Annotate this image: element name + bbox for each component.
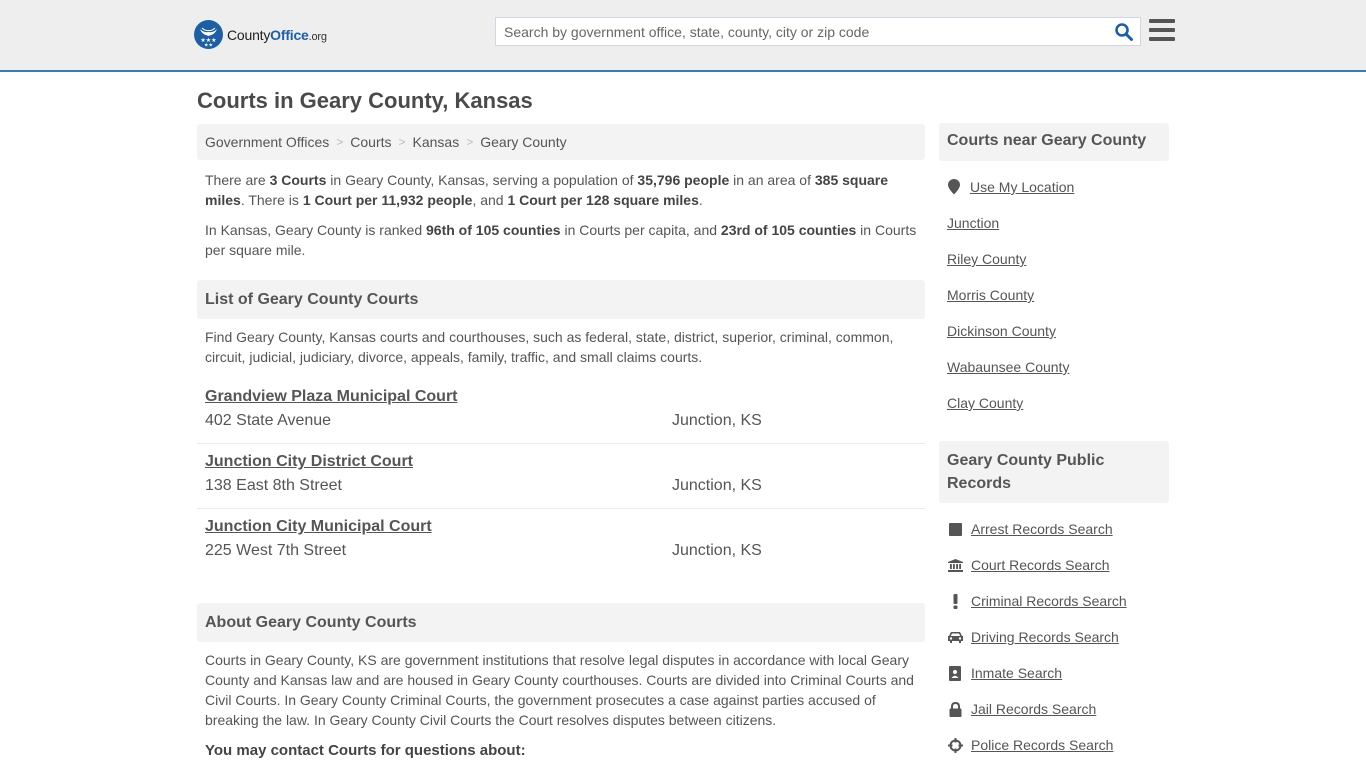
search-box xyxy=(495,17,1141,46)
nearby-item: Morris County xyxy=(947,277,1167,313)
menu-bar xyxy=(1149,37,1175,41)
crosshairs-icon xyxy=(947,737,963,753)
svg-text:★★: ★★ xyxy=(204,43,213,49)
records-item: Jail Records Search xyxy=(947,691,1167,727)
police-records-link[interactable]: Police Records Search xyxy=(971,737,1113,753)
nearby-link-clay-county[interactable]: Clay County xyxy=(947,395,1023,411)
breadcrumb-separator: > xyxy=(398,135,406,149)
inmate-search-link[interactable]: Inmate Search xyxy=(971,665,1062,681)
nearby-link-wabaunsee-county[interactable]: Wabaunsee County xyxy=(947,359,1069,375)
breadcrumb-government-offices[interactable]: Government Offices xyxy=(205,134,329,150)
records-item: Criminal Records Search xyxy=(947,583,1167,619)
list-section-heading: List of Geary County Courts xyxy=(197,280,925,319)
intro-paragraph-rank: In Kansas, Geary County is ranked 96th o… xyxy=(205,222,917,258)
arrest-records-link[interactable]: Arrest Records Search xyxy=(971,521,1113,537)
intro-text: There are 3 Courts in Geary County, Kans… xyxy=(205,170,920,270)
records-item: Arrest Records Search xyxy=(947,511,1167,547)
nearby-courts-list: Use My Location Junction Riley County Mo… xyxy=(947,169,1167,421)
records-item: Inmate Search xyxy=(947,655,1167,691)
list-section-description: Find Geary County, Kansas courts and cou… xyxy=(205,329,894,365)
breadcrumb-separator: > xyxy=(466,135,474,149)
site-logo[interactable]: ★★★ ★★ CountyOffice.org xyxy=(194,20,327,49)
about-section-heading: About Geary County Courts xyxy=(197,603,925,642)
nearby-link-morris-county[interactable]: Morris County xyxy=(947,287,1034,303)
square-icon xyxy=(947,521,963,537)
hamburger-menu-icon[interactable] xyxy=(1149,19,1175,41)
breadcrumb-kansas[interactable]: Kansas xyxy=(413,134,460,150)
court-name-link[interactable]: Grandview Plaza Municipal Court xyxy=(205,388,458,406)
court-list-item: Junction City Municipal Court 225 West 7… xyxy=(197,509,925,574)
nearby-item: Riley County xyxy=(947,241,1167,277)
breadcrumb-geary-county[interactable]: Geary County xyxy=(480,134,566,150)
court-name-link[interactable]: Junction City Municipal Court xyxy=(205,518,432,536)
use-my-location-item: Use My Location xyxy=(947,169,1167,205)
court-list: Grandview Plaza Municipal Court 402 Stat… xyxy=(197,379,925,574)
court-records-link[interactable]: Court Records Search xyxy=(971,557,1110,573)
exclamation-icon xyxy=(947,593,963,609)
lock-icon xyxy=(947,701,963,717)
court-address: 138 East 8th Street xyxy=(205,477,342,494)
court-address: 225 West 7th Street xyxy=(205,542,347,559)
nearby-link-riley-county[interactable]: Riley County xyxy=(947,251,1026,267)
court-list-item: Junction City District Court 138 East 8t… xyxy=(197,444,925,509)
menu-bar xyxy=(1149,28,1175,32)
breadcrumb: Government Offices > Courts > Kansas > G… xyxy=(197,124,925,160)
logo-text: CountyOffice.org xyxy=(227,26,327,43)
criminal-records-link[interactable]: Criminal Records Search xyxy=(971,593,1127,609)
search-icon[interactable] xyxy=(1114,22,1134,42)
nearby-link-junction[interactable]: Junction xyxy=(947,215,999,231)
use-my-location-link[interactable]: Use My Location xyxy=(970,179,1074,195)
nearby-item: Clay County xyxy=(947,385,1167,421)
contact-heading: You may contact Courts for questions abo… xyxy=(205,742,526,759)
breadcrumb-separator: > xyxy=(336,135,344,149)
public-records-list: Arrest Records Search Court Records Sear… xyxy=(947,511,1167,763)
court-city: Junction, KS xyxy=(672,412,762,429)
search-input[interactable] xyxy=(496,18,1096,45)
court-list-item: Grandview Plaza Municipal Court 402 Stat… xyxy=(197,379,925,444)
nearby-item: Junction xyxy=(947,205,1167,241)
court-address: 402 State Avenue xyxy=(205,412,332,429)
nearby-item: Wabaunsee County xyxy=(947,349,1167,385)
menu-bar xyxy=(1149,19,1175,23)
records-item: Driving Records Search xyxy=(947,619,1167,655)
driving-records-link[interactable]: Driving Records Search xyxy=(971,629,1119,645)
nearby-link-dickinson-county[interactable]: Dickinson County xyxy=(947,323,1056,339)
about-section-text: Courts in Geary County, KS are governmen… xyxy=(205,652,914,728)
site-header: ★★★ ★★ CountyOffice.org xyxy=(0,0,1366,72)
breadcrumb-courts[interactable]: Courts xyxy=(350,134,391,150)
map-marker-icon xyxy=(946,179,962,195)
jail-records-link[interactable]: Jail Records Search xyxy=(971,701,1096,717)
court-city: Junction, KS xyxy=(672,542,762,559)
nearby-item: Dickinson County xyxy=(947,313,1167,349)
court-name-link[interactable]: Junction City District Court xyxy=(205,453,413,471)
id-badge-icon xyxy=(947,665,963,681)
page-title: Courts in Geary County, Kansas xyxy=(197,88,533,113)
records-item: Court Records Search xyxy=(947,547,1167,583)
courthouse-icon xyxy=(947,557,963,573)
eagle-logo-icon: ★★★ ★★ xyxy=(194,20,223,49)
public-records-heading: Geary County Public Records xyxy=(939,441,1169,503)
court-city: Junction, KS xyxy=(672,477,762,494)
nearby-courts-heading: Courts near Geary County xyxy=(939,123,1169,161)
records-item: Police Records Search xyxy=(947,727,1167,763)
car-icon xyxy=(947,629,963,645)
intro-paragraph-stats: There are 3 Courts in Geary County, Kans… xyxy=(205,172,889,208)
